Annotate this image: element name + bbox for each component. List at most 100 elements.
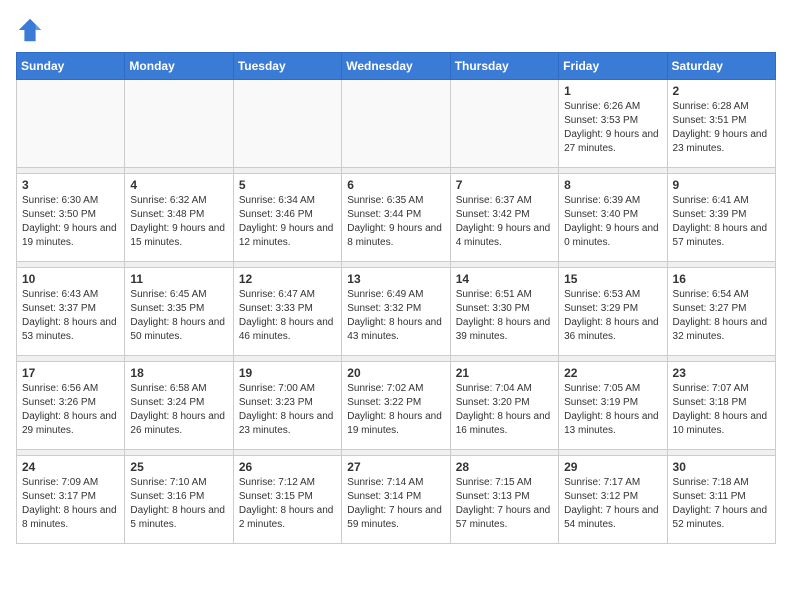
day-info: Sunrise: 6:34 AM Sunset: 3:46 PM Dayligh… <box>239 194 336 250</box>
calendar-cell <box>342 80 450 168</box>
calendar-week-row: 17 Sunrise: 6:56 AM Sunset: 3:26 PM Dayli… <box>17 362 776 450</box>
day-number: 25 <box>130 460 227 474</box>
day-number: 4 <box>130 178 227 192</box>
day-number: 1 <box>564 84 661 98</box>
day-info: Sunrise: 6:51 AM Sunset: 3:30 PM Dayligh… <box>456 288 553 344</box>
day-info: Sunrise: 6:53 AM Sunset: 3:29 PM Dayligh… <box>564 288 661 344</box>
day-header-monday: Monday <box>125 53 233 80</box>
day-info: Sunrise: 7:07 AM Sunset: 3:18 PM Dayligh… <box>673 382 770 438</box>
day-number: 5 <box>239 178 336 192</box>
day-header-thursday: Thursday <box>450 53 558 80</box>
calendar-cell: 24 Sunrise: 7:09 AM Sunset: 3:17 PM Dayli… <box>17 456 125 544</box>
day-header-sunday: Sunday <box>17 53 125 80</box>
logo <box>16 16 48 44</box>
calendar-cell: 13 Sunrise: 6:49 AM Sunset: 3:32 PM Dayli… <box>342 268 450 356</box>
day-info: Sunrise: 6:35 AM Sunset: 3:44 PM Dayligh… <box>347 194 444 250</box>
day-info: Sunrise: 6:30 AM Sunset: 3:50 PM Dayligh… <box>22 194 119 250</box>
calendar-cell <box>450 80 558 168</box>
day-number: 15 <box>564 272 661 286</box>
calendar-cell: 3Sunrise: 6:30 AM Sunset: 3:50 PM Daylig… <box>17 174 125 262</box>
day-info: Sunrise: 7:15 AM Sunset: 3:13 PM Dayligh… <box>456 476 553 532</box>
day-number: 22 <box>564 366 661 380</box>
calendar-cell: 4 Sunrise: 6:32 AM Sunset: 3:48 PM Daylig… <box>125 174 233 262</box>
day-number: 11 <box>130 272 227 286</box>
day-number: 30 <box>673 460 770 474</box>
calendar-cell: 12 Sunrise: 6:47 AM Sunset: 3:33 PM Dayli… <box>233 268 341 356</box>
day-number: 23 <box>673 366 770 380</box>
day-header-saturday: Saturday <box>667 53 775 80</box>
day-info: Sunrise: 6:28 AM Sunset: 3:51 PM Dayligh… <box>673 100 770 156</box>
calendar-week-row: 10 Sunrise: 6:43 AM Sunset: 3:37 PM Dayli… <box>17 268 776 356</box>
calendar-cell: 14 Sunrise: 6:51 AM Sunset: 3:30 PM Dayli… <box>450 268 558 356</box>
day-info: Sunrise: 6:47 AM Sunset: 3:33 PM Dayligh… <box>239 288 336 344</box>
calendar-cell: 19 Sunrise: 7:00 AM Sunset: 3:23 PM Dayli… <box>233 362 341 450</box>
calendar-cell: 7 Sunrise: 6:37 AM Sunset: 3:42 PM Daylig… <box>450 174 558 262</box>
day-number: 6 <box>347 178 444 192</box>
day-info: Sunrise: 7:10 AM Sunset: 3:16 PM Dayligh… <box>130 476 227 532</box>
calendar-cell: 1Sunrise: 6:26 AM Sunset: 3:53 PM Daylig… <box>559 80 667 168</box>
calendar-cell: 18 Sunrise: 6:58 AM Sunset: 3:24 PM Dayli… <box>125 362 233 450</box>
calendar-cell: 6 Sunrise: 6:35 AM Sunset: 3:44 PM Daylig… <box>342 174 450 262</box>
day-number: 8 <box>564 178 661 192</box>
day-info: Sunrise: 6:45 AM Sunset: 3:35 PM Dayligh… <box>130 288 227 344</box>
day-number: 14 <box>456 272 553 286</box>
page-header <box>16 16 776 44</box>
day-number: 20 <box>347 366 444 380</box>
day-header-wednesday: Wednesday <box>342 53 450 80</box>
calendar-cell <box>17 80 125 168</box>
day-number: 18 <box>130 366 227 380</box>
calendar-cell: 22 Sunrise: 7:05 AM Sunset: 3:19 PM Dayli… <box>559 362 667 450</box>
day-number: 21 <box>456 366 553 380</box>
day-number: 24 <box>22 460 119 474</box>
calendar-cell: 10 Sunrise: 6:43 AM Sunset: 3:37 PM Dayli… <box>17 268 125 356</box>
calendar-cell: 2 Sunrise: 6:28 AM Sunset: 3:51 PM Daylig… <box>667 80 775 168</box>
day-info: Sunrise: 7:09 AM Sunset: 3:17 PM Dayligh… <box>22 476 119 532</box>
day-number: 13 <box>347 272 444 286</box>
calendar-cell: 26 Sunrise: 7:12 AM Sunset: 3:15 PM Dayli… <box>233 456 341 544</box>
day-info: Sunrise: 7:18 AM Sunset: 3:11 PM Dayligh… <box>673 476 770 532</box>
calendar-cell: 29Sunrise: 7:17 AM Sunset: 3:12 PM Dayli… <box>559 456 667 544</box>
day-number: 17 <box>22 366 119 380</box>
day-info: Sunrise: 7:14 AM Sunset: 3:14 PM Dayligh… <box>347 476 444 532</box>
day-info: Sunrise: 7:02 AM Sunset: 3:22 PM Dayligh… <box>347 382 444 438</box>
calendar-cell: 30 Sunrise: 7:18 AM Sunset: 3:11 PM Dayli… <box>667 456 775 544</box>
calendar-cell: 28 Sunrise: 7:15 AM Sunset: 3:13 PM Dayli… <box>450 456 558 544</box>
day-info: Sunrise: 6:43 AM Sunset: 3:37 PM Dayligh… <box>22 288 119 344</box>
calendar-cell: 8 Sunrise: 6:39 AM Sunset: 3:40 PM Daylig… <box>559 174 667 262</box>
day-number: 2 <box>673 84 770 98</box>
day-number: 9 <box>673 178 770 192</box>
calendar-week-row: 3Sunrise: 6:30 AM Sunset: 3:50 PM Daylig… <box>17 174 776 262</box>
day-number: 29 <box>564 460 661 474</box>
day-info: Sunrise: 6:58 AM Sunset: 3:24 PM Dayligh… <box>130 382 227 438</box>
calendar-cell: 5 Sunrise: 6:34 AM Sunset: 3:46 PM Daylig… <box>233 174 341 262</box>
day-number: 16 <box>673 272 770 286</box>
day-number: 28 <box>456 460 553 474</box>
day-number: 12 <box>239 272 336 286</box>
day-info: Sunrise: 6:39 AM Sunset: 3:40 PM Dayligh… <box>564 194 661 250</box>
day-header-friday: Friday <box>559 53 667 80</box>
day-info: Sunrise: 7:05 AM Sunset: 3:19 PM Dayligh… <box>564 382 661 438</box>
day-header-tuesday: Tuesday <box>233 53 341 80</box>
day-info: Sunrise: 6:37 AM Sunset: 3:42 PM Dayligh… <box>456 194 553 250</box>
calendar-week-row: 1Sunrise: 6:26 AM Sunset: 3:53 PM Daylig… <box>17 80 776 168</box>
calendar-cell: 27Sunrise: 7:14 AM Sunset: 3:14 PM Dayli… <box>342 456 450 544</box>
day-number: 19 <box>239 366 336 380</box>
calendar-cell: 9 Sunrise: 6:41 AM Sunset: 3:39 PM Daylig… <box>667 174 775 262</box>
day-number: 10 <box>22 272 119 286</box>
calendar-cell: 17 Sunrise: 6:56 AM Sunset: 3:26 PM Dayli… <box>17 362 125 450</box>
day-info: Sunrise: 6:41 AM Sunset: 3:39 PM Dayligh… <box>673 194 770 250</box>
day-info: Sunrise: 6:49 AM Sunset: 3:32 PM Dayligh… <box>347 288 444 344</box>
calendar-cell: 11 Sunrise: 6:45 AM Sunset: 3:35 PM Dayli… <box>125 268 233 356</box>
day-info: Sunrise: 7:12 AM Sunset: 3:15 PM Dayligh… <box>239 476 336 532</box>
calendar-header-row: SundayMondayTuesdayWednesdayThursdayFrid… <box>17 53 776 80</box>
day-info: Sunrise: 6:54 AM Sunset: 3:27 PM Dayligh… <box>673 288 770 344</box>
day-number: 26 <box>239 460 336 474</box>
day-info: Sunrise: 7:00 AM Sunset: 3:23 PM Dayligh… <box>239 382 336 438</box>
calendar-cell <box>233 80 341 168</box>
calendar-table: SundayMondayTuesdayWednesdayThursdayFrid… <box>16 52 776 544</box>
day-info: Sunrise: 6:56 AM Sunset: 3:26 PM Dayligh… <box>22 382 119 438</box>
day-info: Sunrise: 7:04 AM Sunset: 3:20 PM Dayligh… <box>456 382 553 438</box>
day-info: Sunrise: 6:32 AM Sunset: 3:48 PM Dayligh… <box>130 194 227 250</box>
calendar-week-row: 24 Sunrise: 7:09 AM Sunset: 3:17 PM Dayli… <box>17 456 776 544</box>
day-number: 7 <box>456 178 553 192</box>
